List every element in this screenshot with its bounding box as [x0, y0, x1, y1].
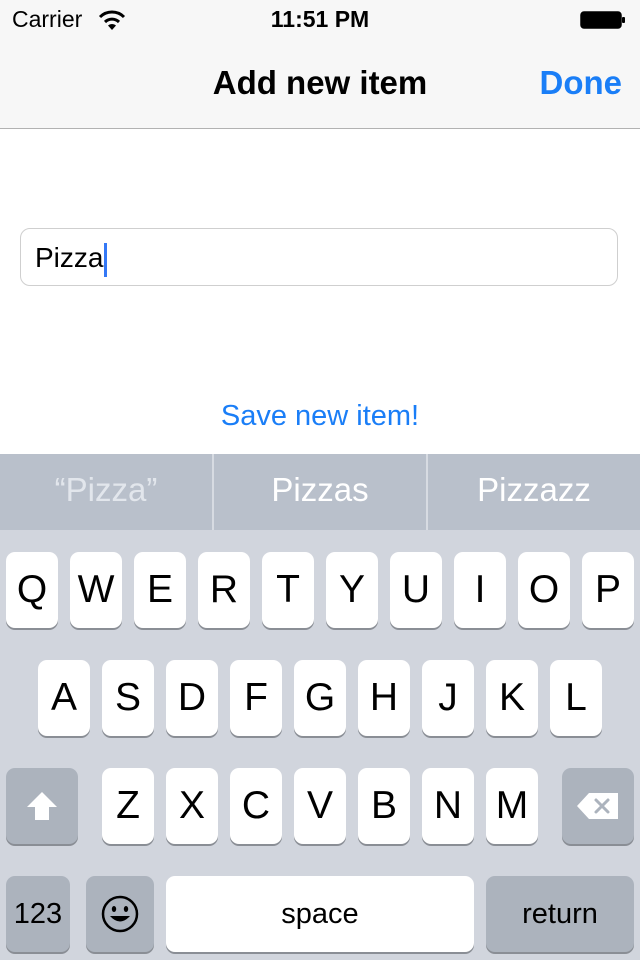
key-u[interactable]: U	[390, 552, 442, 628]
key-x[interactable]: X	[166, 768, 218, 844]
key-a[interactable]: A	[38, 660, 90, 736]
key-v[interactable]: V	[294, 768, 346, 844]
numbers-key[interactable]: 123	[6, 876, 70, 952]
key-e[interactable]: E	[134, 552, 186, 628]
space-key[interactable]: space	[166, 876, 474, 952]
suggestion-pizzazz[interactable]: Pizzazz	[428, 454, 640, 530]
key-d[interactable]: D	[166, 660, 218, 736]
emoji-key[interactable]	[86, 876, 154, 952]
suggestion-original[interactable]: “Pizza”	[0, 454, 212, 530]
key-m[interactable]: M	[486, 768, 538, 844]
shift-icon	[27, 792, 57, 820]
key-i[interactable]: I	[454, 552, 506, 628]
key-y[interactable]: Y	[326, 552, 378, 628]
suggestion-pizzas[interactable]: Pizzas	[214, 454, 426, 530]
key-h[interactable]: H	[358, 660, 410, 736]
key-c[interactable]: C	[230, 768, 282, 844]
status-bar: Carrier 11:51 PM	[0, 0, 640, 40]
text-cursor	[104, 242, 108, 277]
suggestion-bar: “Pizza” Pizzas Pizzazz	[0, 454, 640, 530]
return-key[interactable]: return	[486, 876, 634, 952]
item-name-value: Pizza	[35, 242, 108, 277]
save-new-item-button[interactable]: Save new item!	[0, 400, 640, 433]
key-q[interactable]: Q	[6, 552, 58, 628]
emoji-icon	[101, 895, 139, 933]
key-b[interactable]: B	[358, 768, 410, 844]
key-o[interactable]: O	[518, 552, 570, 628]
key-w[interactable]: W	[70, 552, 122, 628]
delete-key[interactable]	[562, 768, 634, 844]
delete-icon	[577, 793, 618, 819]
done-button[interactable]: Done	[540, 64, 623, 102]
battery-icon	[580, 11, 625, 29]
shift-key[interactable]	[6, 768, 78, 844]
status-time: 11:51 PM	[270, 6, 370, 32]
key-k[interactable]: K	[486, 660, 538, 736]
key-n[interactable]: N	[422, 768, 474, 844]
key-t[interactable]: T	[262, 552, 314, 628]
key-s[interactable]: S	[102, 660, 154, 736]
keyboard: “Pizza” Pizzas Pizzazz Q W E R T Y U I O…	[0, 454, 640, 960]
key-r[interactable]: R	[198, 552, 250, 628]
key-j[interactable]: J	[422, 660, 474, 736]
key-p[interactable]: P	[582, 552, 634, 628]
key-z[interactable]: Z	[102, 768, 154, 844]
key-l[interactable]: L	[550, 660, 602, 736]
key-g[interactable]: G	[294, 660, 346, 736]
item-name-field[interactable]: Pizza	[20, 228, 618, 286]
navigation-bar: Add new item Done	[0, 40, 640, 129]
key-f[interactable]: F	[230, 660, 282, 736]
